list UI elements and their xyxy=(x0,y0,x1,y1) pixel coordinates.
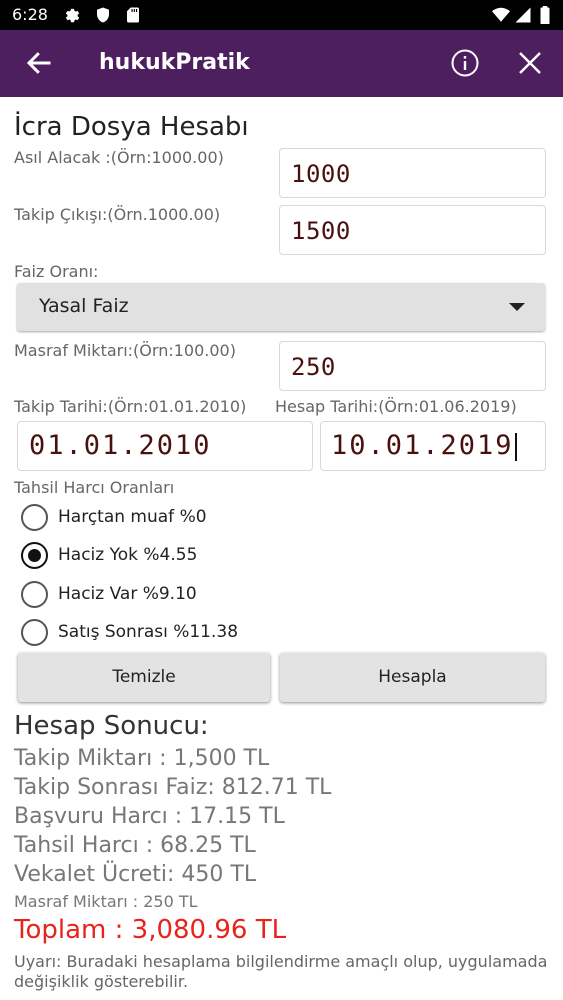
faiz-selected-value: Yasal Faiz xyxy=(39,295,129,317)
masraf-field[interactable]: 250 xyxy=(279,341,546,391)
masraf-value: 250 xyxy=(291,353,336,381)
masraf-label: Masraf Miktarı:(Örn:100.00) xyxy=(14,341,236,360)
text-cursor xyxy=(514,432,517,461)
app-bar: hukukPratik xyxy=(0,30,563,97)
harc-label: Tahsil Harcı Oranları xyxy=(14,478,175,497)
back-arrow-icon[interactable] xyxy=(24,48,54,78)
radio-button[interactable] xyxy=(21,619,48,646)
calculate-button[interactable]: Hesapla xyxy=(280,653,545,702)
radio-button[interactable] xyxy=(21,504,48,531)
radio-button-checked[interactable] xyxy=(21,542,48,569)
settings-icon xyxy=(65,8,80,23)
result-takip-miktari: Takip Miktarı : 1,500 TL xyxy=(14,746,270,771)
clear-button[interactable]: Temizle xyxy=(18,653,270,702)
hesap-tarihi-value: 10.01.2019 xyxy=(331,430,514,461)
result-total: Toplam : 3,080.96 TL xyxy=(14,915,287,945)
page-title: İcra Dosya Hesabı xyxy=(14,112,249,142)
asil-alacak-label: Asıl Alacak :(Örn:1000.00) xyxy=(14,148,224,167)
asil-alacak-value: 1000 xyxy=(291,160,351,188)
shield-icon xyxy=(97,7,109,23)
result-takip-sonrasi-faiz: Takip Sonrası Faiz: 812.71 TL xyxy=(14,775,332,800)
hesap-tarihi-field[interactable]: 10.01.2019 xyxy=(320,421,546,471)
takip-tarihi-value: 01.01.2010 xyxy=(29,430,212,461)
dropdown-arrow-icon xyxy=(509,303,525,311)
asil-alacak-field[interactable]: 1000 xyxy=(279,148,546,198)
result-tahsil-harci: Tahsil Harcı : 68.25 TL xyxy=(14,833,256,858)
radio-label: Haciz Var %9.10 xyxy=(58,584,197,604)
signal-icon xyxy=(515,7,531,23)
wifi-icon xyxy=(492,7,510,22)
result-masraf: Masraf Miktarı : 250 TL xyxy=(14,892,198,911)
result-title: Hesap Sonucu: xyxy=(14,711,209,741)
radio-button[interactable] xyxy=(21,581,48,608)
app-title: hukukPratik xyxy=(99,50,250,75)
faiz-dropdown[interactable]: Yasal Faiz xyxy=(17,283,545,331)
status-bar: 6:28 xyxy=(0,0,563,30)
radio-label: Haciz Yok %4.55 xyxy=(58,545,198,565)
takip-tarihi-field[interactable]: 01.01.2010 xyxy=(17,421,313,471)
status-time: 6:28 xyxy=(12,5,48,24)
radio-label: Satış Sonrası %11.38 xyxy=(58,622,239,642)
info-icon[interactable] xyxy=(450,48,480,78)
result-vekalet-ucreti: Vekalet Ücreti: 450 TL xyxy=(14,862,257,887)
takip-tarihi-label: Takip Tarihi:(Örn:01.01.2010) xyxy=(14,397,247,416)
faiz-label: Faiz Oranı: xyxy=(14,262,99,281)
warning-text: Uyarı: Buradaki hesaplama bilgilendirme … xyxy=(14,952,548,991)
takip-cikisi-label: Takip Çıkışı:(Örn.1000.00) xyxy=(14,205,221,224)
hesap-tarihi-label: Hesap Tarihi:(Örn:01.06.2019) xyxy=(275,397,517,416)
takip-cikisi-field[interactable]: 1500 xyxy=(279,205,546,255)
takip-cikisi-value: 1500 xyxy=(291,217,351,245)
battery-icon xyxy=(540,6,550,24)
sd-card-icon xyxy=(127,7,139,23)
result-basvuru-harci: Başvuru Harcı : 17.15 TL xyxy=(14,804,285,829)
close-icon[interactable] xyxy=(515,48,545,78)
radio-label: Harçtan muaf %0 xyxy=(58,507,207,527)
